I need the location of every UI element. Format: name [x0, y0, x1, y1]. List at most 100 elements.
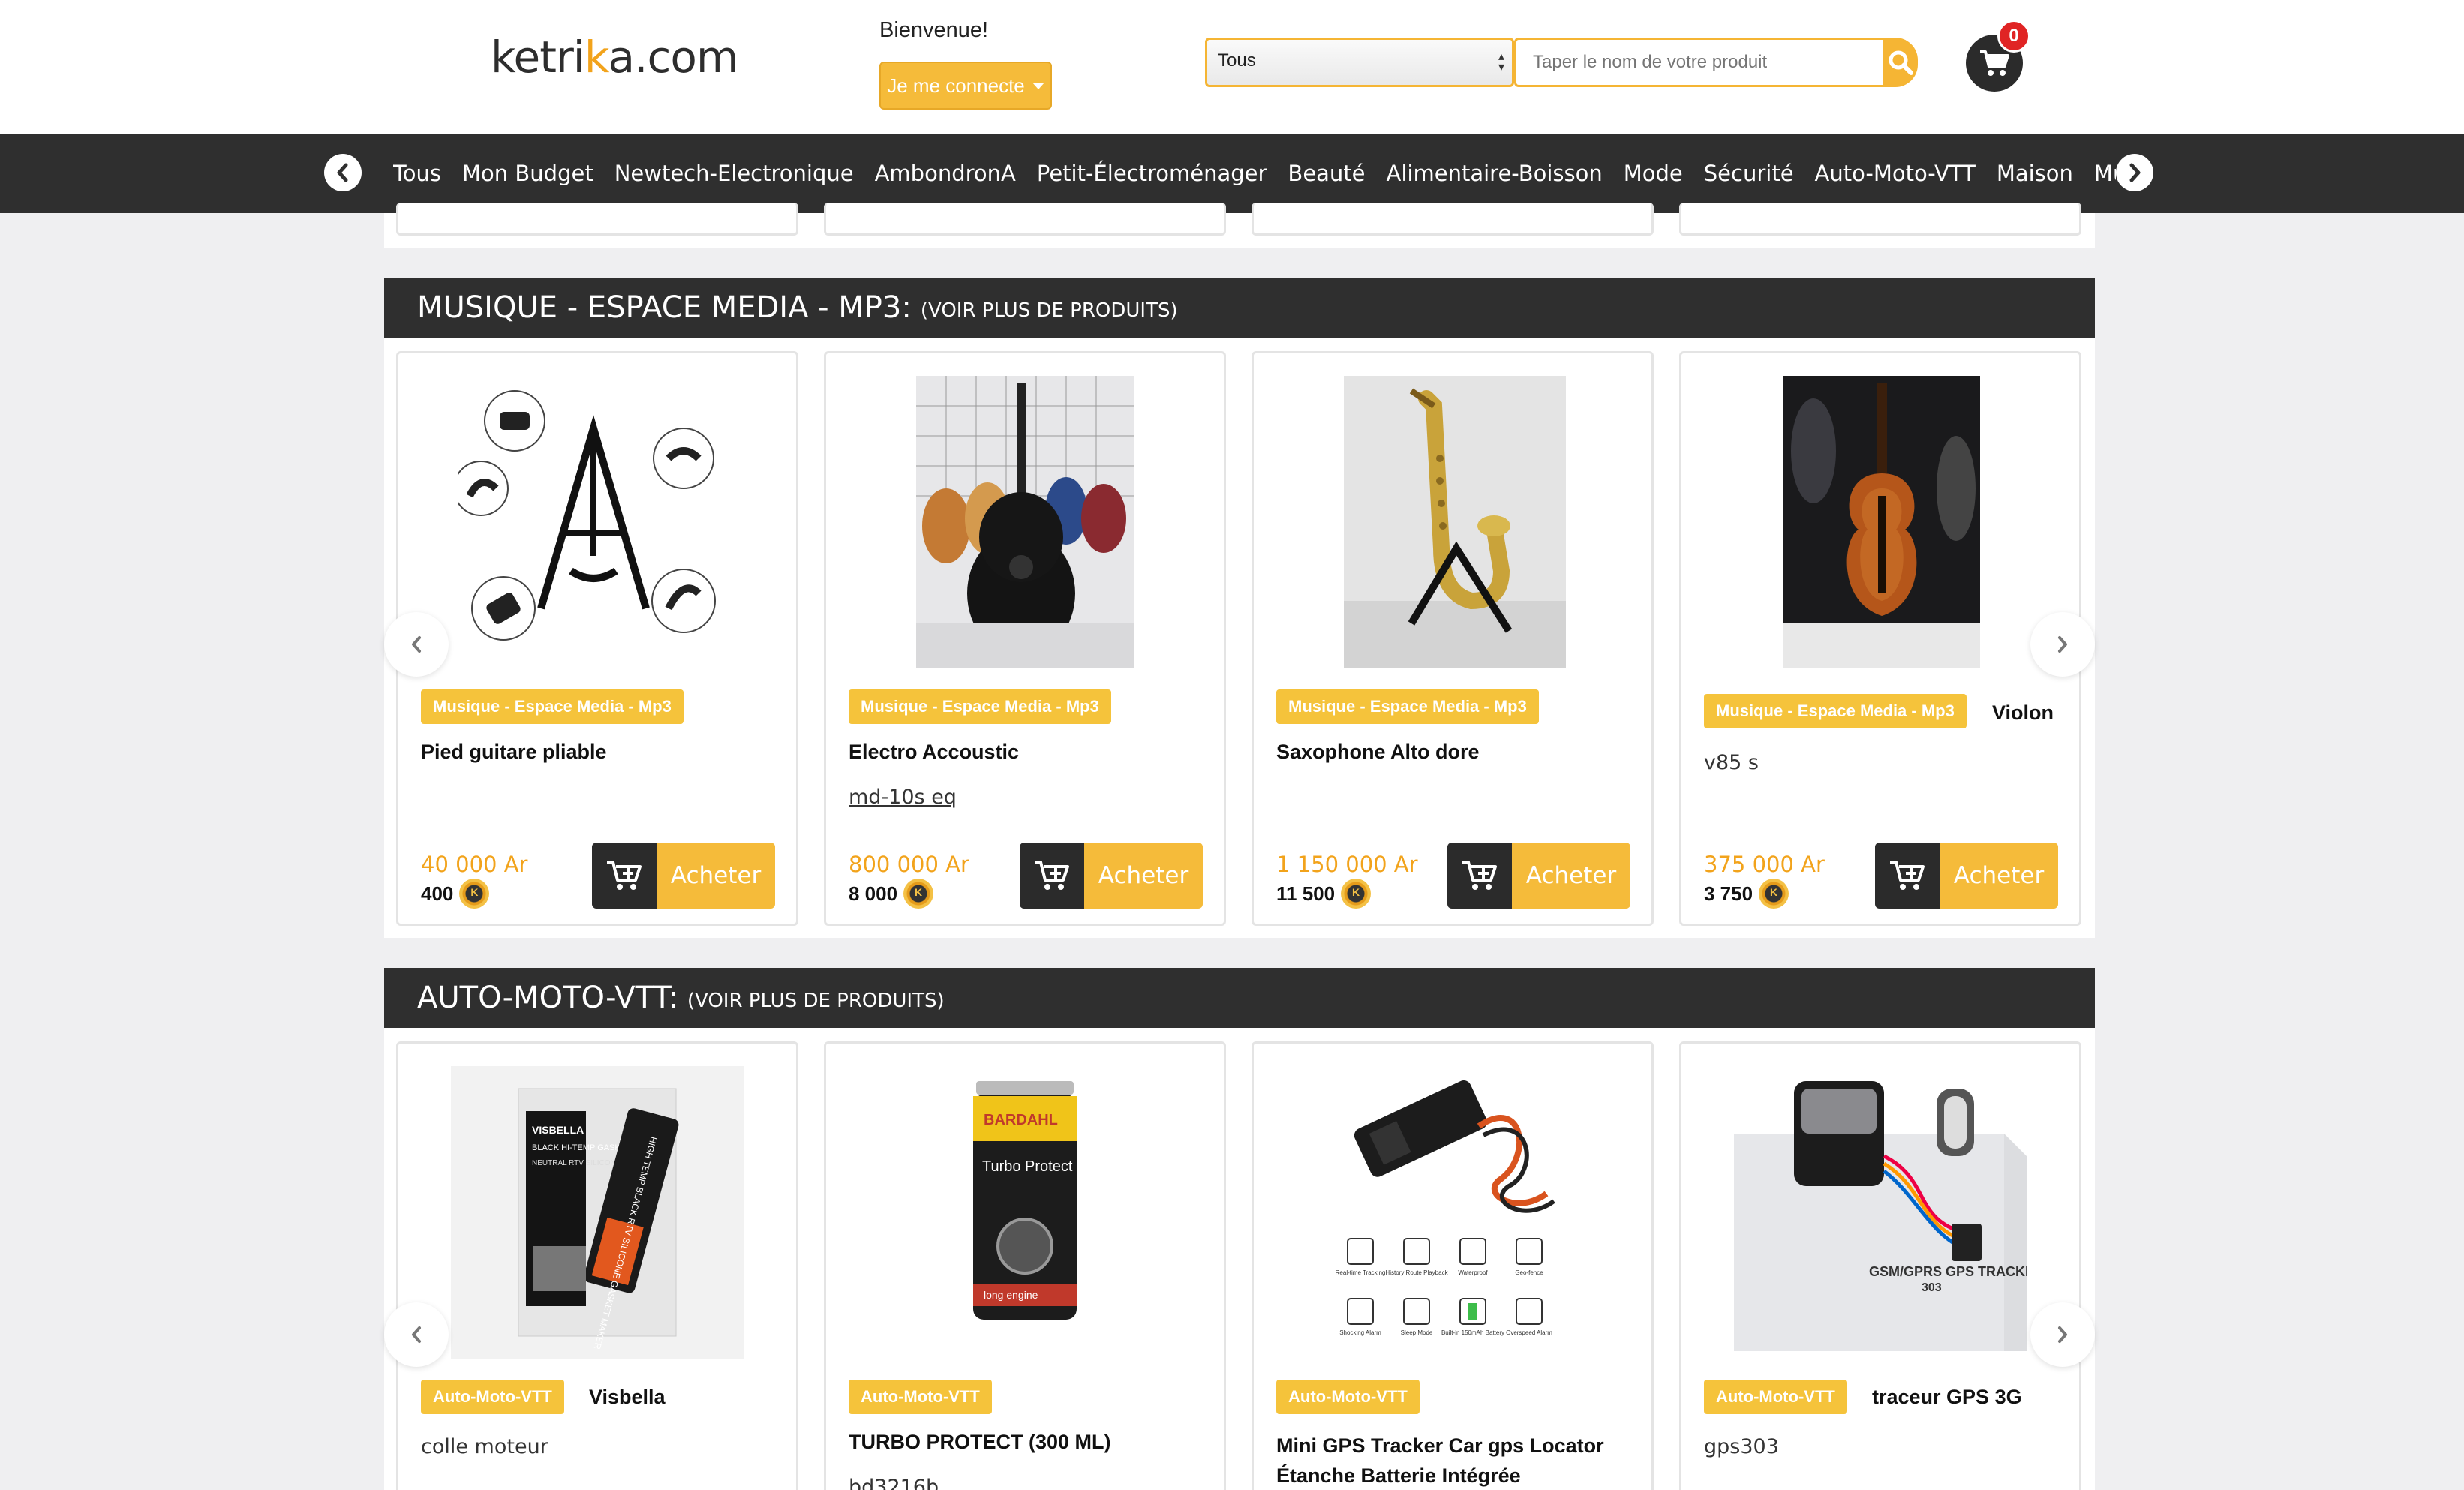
product-card[interactable]: Real-time Tracking History Route Playbac…: [1252, 1041, 1654, 1490]
product-price: 800 000 Ar: [849, 852, 969, 877]
product-name[interactable]: Mini GPS Tracker Car gps Locator Étanche…: [1276, 1431, 1636, 1490]
product-price: 375 000 Ar: [1704, 852, 1825, 877]
product-name[interactable]: Pied guitare pliable: [421, 740, 607, 764]
bardahl-subtitle-label: long engine: [984, 1289, 1038, 1301]
product-description[interactable]: bd3216b: [849, 1476, 939, 1490]
chevron-right-icon: [2058, 1326, 2067, 1343]
product-card[interactable]: Musique - Espace Media - Mp3 Saxophone A…: [1252, 351, 1654, 926]
product-name[interactable]: Electro Accoustic: [849, 740, 1019, 764]
nav-item[interactable]: Alimentaire-Boisson: [1387, 161, 1603, 186]
nav-items: Tous Mon Budget Newtech-Electronique Ambond…: [393, 134, 2116, 213]
buy-button[interactable]: Acheter: [1875, 843, 2058, 909]
category-select[interactable]: Tous ▴ ▾: [1205, 38, 1514, 87]
product-card[interactable]: Musique - Espace Media - Mp3 Violon v85 …: [1679, 351, 2081, 926]
ketrika-coin-icon: [903, 879, 934, 909]
product-price: 40 000 Ar: [421, 852, 528, 877]
product-image[interactable]: [458, 383, 729, 653]
bardahl-brand-label: BARDAHL: [984, 1112, 1058, 1128]
nav-item[interactable]: AmbondronA: [875, 161, 1016, 186]
section-header-musique: MUSIQUE - ESPACE MEDIA - MP3: (VOIR PLUS…: [384, 278, 2095, 338]
buy-button[interactable]: Acheter: [1447, 843, 1630, 909]
nav-item[interactable]: Tous: [393, 161, 441, 186]
nav-item[interactable]: Musique - Espace: [2094, 161, 2116, 186]
add-to-cart-icon: [1020, 843, 1084, 909]
product-name[interactable]: Violon: [1992, 701, 2054, 725]
product-image[interactable]: [1344, 376, 1566, 668]
select-arrows-icon: ▴ ▾: [1498, 50, 1504, 74]
previous-card: [396, 203, 798, 236]
nav-item[interactable]: Maison: [1997, 161, 2073, 186]
login-label: Je me connecte: [887, 74, 1025, 97]
product-points: 400: [421, 879, 490, 909]
section-title: MUSIQUE - ESPACE MEDIA - MP3:: [417, 290, 912, 325]
gps-box-label: GSM/GPRS GPS TRACKER: [1869, 1264, 2027, 1279]
chevron-left-icon: [412, 636, 421, 653]
product-description[interactable]: md-10s eq: [849, 786, 957, 809]
gps-feature-label: Sleep Mode: [1401, 1329, 1433, 1336]
product-card[interactable]: Musique - Espace Media - Mp3 Pied guitar…: [396, 351, 798, 926]
nav-item[interactable]: Sécurité: [1704, 161, 1794, 186]
buy-label: Acheter: [1084, 843, 1203, 909]
product-card[interactable]: Musique - Espace Media - Mp3 Electro Acc…: [824, 351, 1226, 926]
product-description[interactable]: v85 s: [1704, 751, 1759, 774]
search-button[interactable]: [1883, 38, 1918, 87]
gps-feature-label: Overspeed Alarm: [1506, 1329, 1552, 1336]
gps-feature-label: History Route Playback: [1385, 1269, 1448, 1276]
site-logo[interactable]: ketrika.com: [491, 32, 738, 83]
points-value: 11 500: [1276, 882, 1336, 905]
ketrika-coin-icon: [459, 879, 490, 909]
see-more-link[interactable]: (VOIR PLUS DE PRODUITS): [687, 990, 945, 1012]
section-title: AUTO-MOTO-VTT:: [417, 981, 678, 1015]
ketrika-coin-icon: [1341, 879, 1372, 909]
nav-item[interactable]: Newtech-Electronique: [614, 161, 854, 186]
chevron-left-icon: [337, 163, 348, 182]
nav-item[interactable]: Mode: [1624, 161, 1683, 186]
chevron-left-icon: [412, 1326, 421, 1343]
category-badge: Musique - Espace Media - Mp3: [1704, 694, 1967, 728]
welcome-text: Bienvenue!: [879, 18, 989, 42]
product-image[interactable]: [916, 376, 1134, 668]
login-button[interactable]: Je me connecte: [879, 62, 1052, 110]
product-image[interactable]: [1783, 376, 1980, 668]
category-badge: Auto-Moto-VTT: [1276, 1380, 1420, 1414]
nav-item[interactable]: Mon Budget: [462, 161, 593, 186]
caret-down-icon: [1032, 82, 1044, 89]
carousel-next-button[interactable]: [2030, 612, 2095, 677]
product-card[interactable]: GSM/GPRS GPS TRACKER 303 Auto-Moto-VTT t…: [1679, 1041, 2081, 1490]
chevron-right-icon: [2058, 636, 2067, 653]
gps-feature-label: Shocking Alarm: [1339, 1329, 1381, 1336]
product-description[interactable]: gps303: [1704, 1435, 1779, 1458]
nav-prev-button[interactable]: [324, 154, 362, 191]
nav-item[interactable]: Beauté: [1288, 161, 1365, 186]
product-image[interactable]: BARDAHL Turbo Protect long engine: [879, 1066, 1171, 1359]
carousel-next-button[interactable]: [2030, 1302, 2095, 1367]
bardahl-product-label: Turbo Protect: [982, 1158, 1073, 1175]
carousel-prev-button[interactable]: [384, 1302, 449, 1367]
product-image[interactable]: Real-time Tracking History Route Playbac…: [1306, 1066, 1599, 1359]
buy-label: Acheter: [657, 843, 775, 909]
category-badge: Musique - Espace Media - Mp3: [1276, 689, 1539, 724]
points-value: 8 000: [849, 882, 898, 905]
nav-item[interactable]: Auto-Moto-VTT: [1815, 161, 1976, 186]
product-points: 3 750: [1704, 879, 1789, 909]
product-image[interactable]: VISBELLA BLACK HI-TEMP GASKET MAKER NEUT…: [451, 1066, 744, 1359]
gps-box-model: 303: [1922, 1281, 1942, 1294]
product-name[interactable]: TURBO PROTECT (300 ML): [849, 1431, 1111, 1454]
product-image[interactable]: GSM/GPRS GPS TRACKER 303: [1734, 1066, 2027, 1359]
product-name[interactable]: traceur GPS 3G: [1872, 1386, 2022, 1409]
product-name[interactable]: Visbella: [589, 1386, 666, 1409]
search-input[interactable]: [1514, 38, 1885, 87]
nav-next-button[interactable]: [2116, 154, 2153, 191]
carousel-prev-button[interactable]: [384, 612, 449, 677]
product-name[interactable]: Saxophone Alto dore: [1276, 740, 1480, 764]
product-description[interactable]: colle moteur: [421, 1435, 548, 1458]
buy-button[interactable]: Acheter: [592, 843, 775, 909]
see-more-link[interactable]: (VOIR PLUS DE PRODUITS): [921, 299, 1178, 322]
buy-button[interactable]: Acheter: [1020, 843, 1203, 909]
nav-item[interactable]: Petit-Électroménager: [1037, 161, 1267, 186]
product-card[interactable]: BARDAHL Turbo Protect long engine Auto-M…: [824, 1041, 1226, 1490]
product-card[interactable]: VISBELLA BLACK HI-TEMP GASKET MAKER NEUT…: [396, 1041, 798, 1490]
previous-card: [1252, 203, 1654, 236]
points-value: 3 750: [1704, 882, 1753, 905]
cart-count-badge: 0: [1997, 20, 2030, 53]
